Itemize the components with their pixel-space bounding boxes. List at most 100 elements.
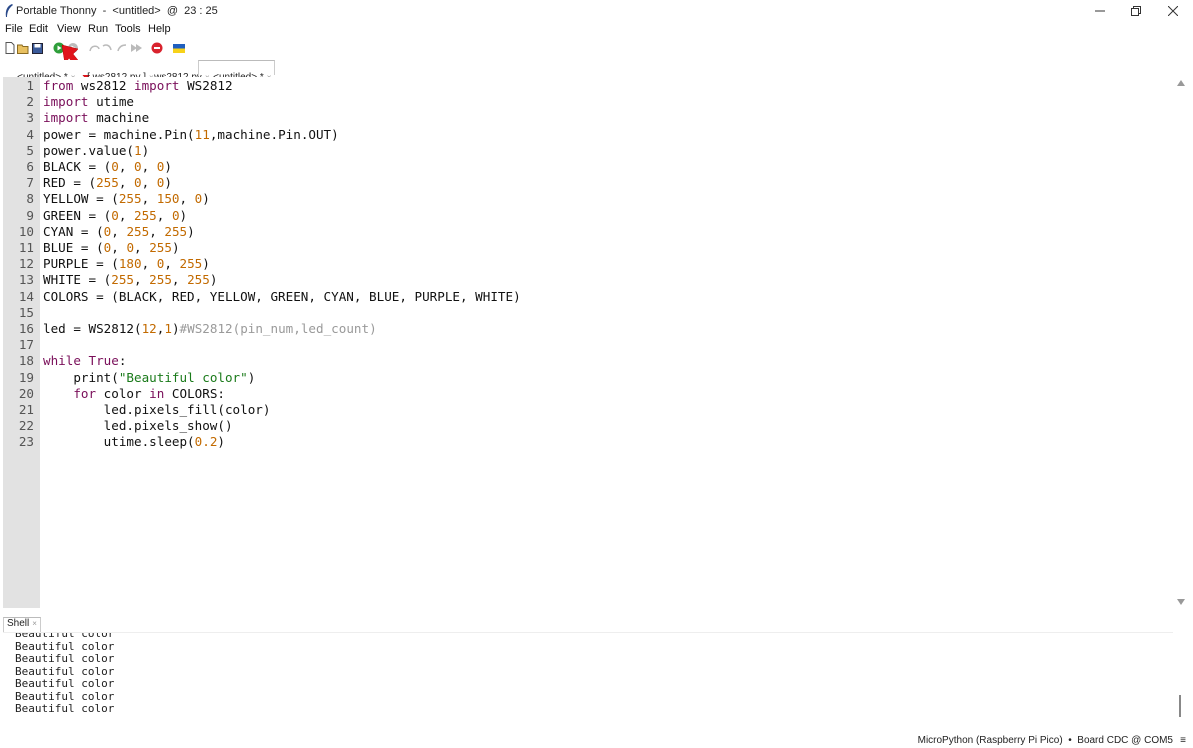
menu-bar: File Edit View Run Tools Help bbox=[0, 22, 1193, 38]
code-token: 150 bbox=[156, 191, 180, 207]
code-token: utime bbox=[88, 94, 134, 110]
code-line[interactable]: WHITE = (255, 255, 255) bbox=[43, 272, 217, 288]
code-line[interactable]: BLUE = (0, 0, 255) bbox=[43, 240, 180, 256]
menu-file[interactable]: File bbox=[5, 23, 23, 35]
code-token: color bbox=[96, 385, 150, 401]
restore-button[interactable] bbox=[1118, 0, 1154, 22]
code-token: ) bbox=[247, 369, 256, 385]
line-number: 16 bbox=[18, 321, 34, 336]
menu-tools[interactable]: Tools bbox=[115, 23, 141, 35]
menu-edit[interactable]: Edit bbox=[29, 23, 48, 35]
tab-untitled-1[interactable]: <untitled> *× bbox=[6, 61, 75, 83]
tab-untitled-active[interactable]: <untitled> *× bbox=[198, 60, 276, 83]
code-token: ) bbox=[141, 142, 150, 158]
code-line[interactable]: for color in COLORS: bbox=[43, 386, 225, 402]
code-editor[interactable]: 1 2 3 4 5 6 7 8 9 10 11 12 13 14 15 16 17 18 19 20 21 22 23 fr… bbox=[3, 77, 1175, 608]
line-number: 14 bbox=[18, 288, 34, 304]
stop-icon bbox=[151, 42, 163, 54]
line-number: 10 bbox=[18, 223, 34, 239]
code-token: ) bbox=[202, 191, 210, 207]
save-button[interactable] bbox=[30, 41, 44, 55]
minimize-button[interactable] bbox=[1082, 0, 1118, 22]
code-line[interactable]: from ws2812 import WS2812 bbox=[43, 78, 233, 94]
editor-scrollbar[interactable] bbox=[1175, 77, 1187, 608]
code-line[interactable]: led = WS2812(12,1)#WS2812(pin_num,led_co… bbox=[43, 321, 377, 337]
code-line[interactable]: YELLOW = (255, 150, 0) bbox=[43, 191, 210, 207]
code-line[interactable]: power.value(1) bbox=[43, 143, 149, 159]
title-bar: Portable Thonny - <untitled> @ 23 : 25 bbox=[0, 0, 1193, 23]
line-number: 20 bbox=[18, 385, 34, 401]
restore-icon bbox=[1131, 6, 1141, 16]
shell-scrollbar[interactable] bbox=[1179, 695, 1181, 717]
line-number: 7 bbox=[26, 175, 34, 191]
menu-run[interactable]: Run bbox=[88, 23, 108, 35]
thonny-feather-icon bbox=[5, 4, 13, 17]
step-into-icon bbox=[102, 44, 112, 51]
line-number-gutter: 1 2 3 4 5 6 7 8 9 10 11 12 13 14 15 16 17 18 19 20 21 22 23 bbox=[3, 77, 40, 608]
editor-tab-bar: <untitled> *× [ ws2812.py ]× ws2812.py× … bbox=[0, 60, 1193, 83]
open-file-button[interactable] bbox=[16, 41, 30, 55]
status-menu-icon[interactable]: ≡ bbox=[1180, 735, 1186, 746]
shell-output-line: Beautiful color bbox=[15, 702, 115, 715]
code-token: #WS2812(pin_num,led_count) bbox=[179, 321, 377, 336]
interpreter-status[interactable]: MicroPython (Raspberry Pi Pico) • Board … bbox=[918, 735, 1173, 746]
step-out-button[interactable] bbox=[115, 41, 129, 55]
code-line[interactable]: print("Beautiful color") bbox=[43, 370, 255, 386]
code-token: RED = ( bbox=[43, 175, 97, 191]
code-token: , bbox=[141, 256, 157, 272]
code-token: 255 bbox=[96, 175, 119, 191]
menu-view[interactable]: View bbox=[57, 23, 81, 35]
scroll-down-icon[interactable] bbox=[1177, 599, 1185, 605]
stop-button[interactable] bbox=[150, 41, 164, 55]
code-token: , bbox=[179, 191, 195, 207]
code-line[interactable]: led.pixels_show() bbox=[43, 418, 233, 434]
code-area[interactable]: from ws2812 import WS2812 import utime imp… bbox=[43, 77, 1173, 608]
code-line[interactable]: CYAN = (0, 255, 255) bbox=[43, 224, 195, 240]
code-token: 180 bbox=[118, 256, 142, 272]
code-line[interactable]: power = machine.Pin(11,machine.Pin.OUT) bbox=[43, 127, 339, 143]
shell-tab-label: Shell bbox=[7, 618, 30, 629]
line-number: 2 bbox=[26, 94, 34, 110]
open-file-icon bbox=[16, 44, 28, 54]
code-line[interactable]: led.pixels_fill(color) bbox=[43, 402, 271, 418]
code-token: power = machine.Pin( bbox=[43, 126, 195, 142]
menu-help[interactable]: Help bbox=[148, 23, 171, 35]
code-token: ) bbox=[164, 175, 172, 191]
code-token: led = WS2812( bbox=[43, 321, 142, 336]
code-token: WHITE = ( bbox=[43, 272, 112, 288]
code-line[interactable]: COLORS = (BLACK, RED, YELLOW, GREEN, CYA… bbox=[43, 289, 521, 305]
code-token: in bbox=[149, 385, 165, 401]
code-line[interactable]: import utime bbox=[43, 94, 134, 110]
code-token: utime.sleep( bbox=[43, 434, 195, 450]
close-icon[interactable]: × bbox=[32, 619, 37, 628]
code-line[interactable]: RED = (255, 0, 0) bbox=[43, 175, 172, 191]
step-into-button[interactable] bbox=[101, 41, 115, 55]
resume-button[interactable] bbox=[129, 41, 143, 55]
ukraine-flag-button[interactable] bbox=[172, 41, 186, 55]
code-token: import bbox=[43, 94, 89, 110]
code-token: 255 bbox=[179, 256, 203, 272]
code-token: YELLOW = ( bbox=[43, 191, 119, 207]
code-line[interactable]: GREEN = (0, 255, 0) bbox=[43, 208, 187, 224]
code-token: PURPLE = ( bbox=[43, 256, 119, 272]
code-token: led.pixels_fill(color) bbox=[43, 402, 271, 417]
scroll-up-icon[interactable] bbox=[1177, 80, 1185, 86]
code-line[interactable]: PURPLE = (180, 0, 255) bbox=[43, 256, 210, 272]
close-window-button[interactable] bbox=[1155, 0, 1191, 22]
code-line[interactable]: import machine bbox=[43, 110, 149, 126]
code-line[interactable]: utime.sleep(0.2) bbox=[43, 434, 225, 450]
tab-shell[interactable]: Shell × bbox=[3, 617, 41, 632]
code-token: machine bbox=[88, 110, 150, 126]
line-number: 6 bbox=[26, 159, 34, 174]
code-token: 0 bbox=[111, 207, 119, 223]
code-token: , bbox=[118, 175, 134, 191]
shell-panel[interactable]: Beautiful color Beautiful color Beautiful … bbox=[3, 632, 1173, 733]
code-line[interactable]: BLACK = (0, 0, 0) bbox=[43, 159, 172, 175]
line-number: 19 bbox=[18, 369, 34, 385]
code-token: ) bbox=[171, 321, 180, 336]
code-token: ) bbox=[171, 240, 180, 255]
code-token: 1 bbox=[134, 142, 142, 158]
line-number: 21 bbox=[18, 402, 34, 417]
code-line[interactable]: while True: bbox=[43, 353, 126, 369]
new-file-button[interactable] bbox=[3, 41, 17, 55]
